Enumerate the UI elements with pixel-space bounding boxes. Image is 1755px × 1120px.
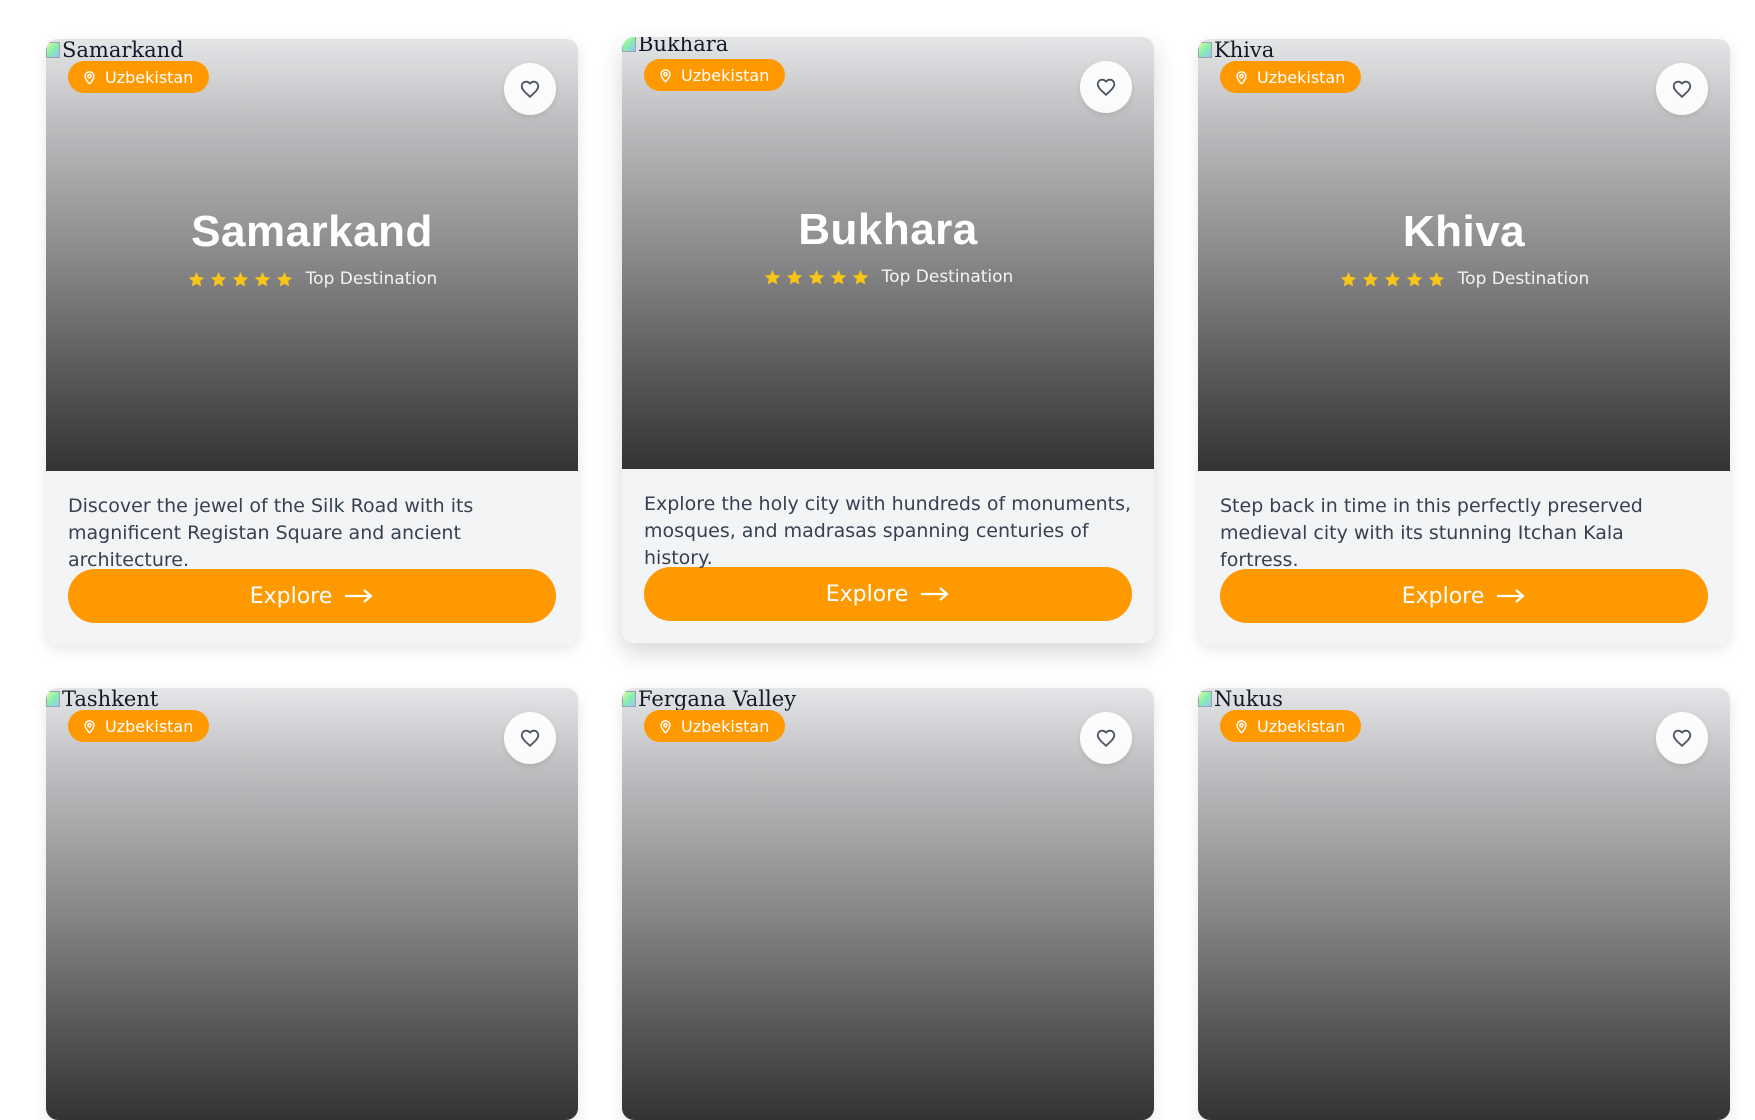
city-title: Khiva [1402, 207, 1526, 256]
destination-card-bukhara: Bukhara Uzbekistan Bukhara Top Destinati… [622, 37, 1154, 643]
heart-icon [1672, 80, 1692, 99]
destination-card-nukus: Nukus Uzbekistan [1198, 688, 1730, 1120]
heart-icon [520, 80, 540, 99]
rating-label: Top Destination [1457, 269, 1590, 289]
destination-grid: Samarkand Uzbekistan Samarkand Top Desti… [46, 37, 1730, 1120]
broken-image-alt: Nukus [1198, 688, 1283, 710]
star-icon [786, 269, 802, 285]
destination-card-fergana-valley: Fergana Valley Uzbekistan [622, 688, 1154, 1120]
star-icon [852, 269, 868, 285]
star-icon [210, 271, 226, 287]
favorite-button[interactable] [1080, 61, 1132, 113]
map-pin-icon [1236, 719, 1247, 734]
map-pin-icon [84, 70, 95, 85]
broken-image-alt: Bukhara [622, 37, 728, 55]
broken-image-icon [622, 37, 636, 52]
card-image: Bukhara Uzbekistan Bukhara Top Destinati… [622, 37, 1154, 469]
map-pin-icon [84, 719, 95, 734]
rating: Top Destination [1198, 269, 1730, 289]
favorite-button[interactable] [1656, 63, 1708, 115]
star-rating [1339, 270, 1446, 289]
card-description: Explore the holy city with hundreds of m… [644, 493, 1132, 569]
explore-label: Explore [249, 583, 333, 609]
location-badge: Uzbekistan [1220, 710, 1362, 742]
star-icon [808, 269, 824, 285]
star-icon [830, 269, 846, 285]
favorite-button[interactable] [504, 63, 556, 115]
card-description: Step back in time in this perfectly pres… [1220, 495, 1643, 571]
location-badge: Uzbekistan [644, 710, 786, 742]
star-icon [1384, 271, 1400, 287]
star-icon [764, 269, 780, 285]
location-badge: Uzbekistan [68, 61, 210, 93]
location-badge: Uzbekistan [68, 710, 210, 742]
broken-image-alt: Fergana Valley [622, 688, 796, 710]
explore-button[interactable]: Explore [68, 569, 556, 623]
card-image: Nukus Uzbekistan [1198, 688, 1730, 1120]
location-badge: Uzbekistan [1220, 61, 1362, 93]
broken-image-alt: Tashkent [46, 688, 158, 710]
broken-image-icon [46, 691, 60, 707]
card-body: Discover the jewel of the Silk Road with… [46, 471, 578, 645]
star-rating [763, 268, 870, 287]
card-image: Samarkand Uzbekistan Samarkand Top Desti… [46, 39, 578, 471]
destination-card-khiva: Khiva Uzbekistan Khiva Top Destination S… [1198, 39, 1730, 645]
rating-label: Top Destination [305, 269, 438, 289]
heart-icon [1672, 729, 1692, 748]
star-icon [254, 271, 270, 287]
broken-image-alt: Samarkand [46, 39, 184, 61]
heart-icon [520, 729, 540, 748]
map-pin-icon [660, 719, 671, 734]
star-icon [188, 271, 204, 287]
map-pin-icon [660, 68, 671, 83]
map-pin-icon [1236, 70, 1247, 85]
broken-image-icon [622, 691, 636, 707]
broken-image-alt: Khiva [1198, 39, 1274, 61]
explore-label: Explore [825, 581, 909, 607]
arrow-right-icon [345, 589, 373, 603]
card-description: Discover the jewel of the Silk Road with… [68, 495, 474, 571]
star-icon [232, 271, 248, 287]
star-icon [1362, 271, 1378, 287]
city-title: Samarkand [191, 207, 433, 256]
rating: Top Destination [46, 269, 578, 289]
explore-button[interactable]: Explore [644, 567, 1132, 621]
star-rating [187, 270, 294, 289]
rating-label: Top Destination [881, 267, 1014, 287]
star-icon [276, 271, 292, 287]
city-title: Bukhara [798, 205, 978, 254]
card-body: Step back in time in this perfectly pres… [1198, 471, 1730, 645]
explore-button[interactable]: Explore [1220, 569, 1708, 623]
destination-card-samarkand: Samarkand Uzbekistan Samarkand Top Desti… [46, 39, 578, 645]
card-body: Explore the holy city with hundreds of m… [622, 469, 1154, 643]
favorite-button[interactable] [1080, 712, 1132, 764]
broken-image-icon [1198, 42, 1212, 58]
star-icon [1406, 271, 1422, 287]
card-image: Khiva Uzbekistan Khiva Top Destination [1198, 39, 1730, 471]
favorite-button[interactable] [1656, 712, 1708, 764]
favorite-button[interactable] [504, 712, 556, 764]
heart-icon [1096, 729, 1116, 748]
card-image: Tashkent Uzbekistan [46, 688, 578, 1120]
heart-icon [1096, 78, 1116, 97]
rating: Top Destination [622, 267, 1154, 287]
card-image: Fergana Valley Uzbekistan [622, 688, 1154, 1120]
broken-image-icon [1198, 691, 1212, 707]
explore-label: Explore [1401, 583, 1485, 609]
broken-image-icon [46, 42, 60, 58]
star-icon [1428, 271, 1444, 287]
arrow-right-icon [921, 587, 949, 601]
arrow-right-icon [1497, 589, 1525, 603]
location-badge: Uzbekistan [644, 59, 786, 91]
destination-card-tashkent: Tashkent Uzbekistan [46, 688, 578, 1120]
star-icon [1340, 271, 1356, 287]
